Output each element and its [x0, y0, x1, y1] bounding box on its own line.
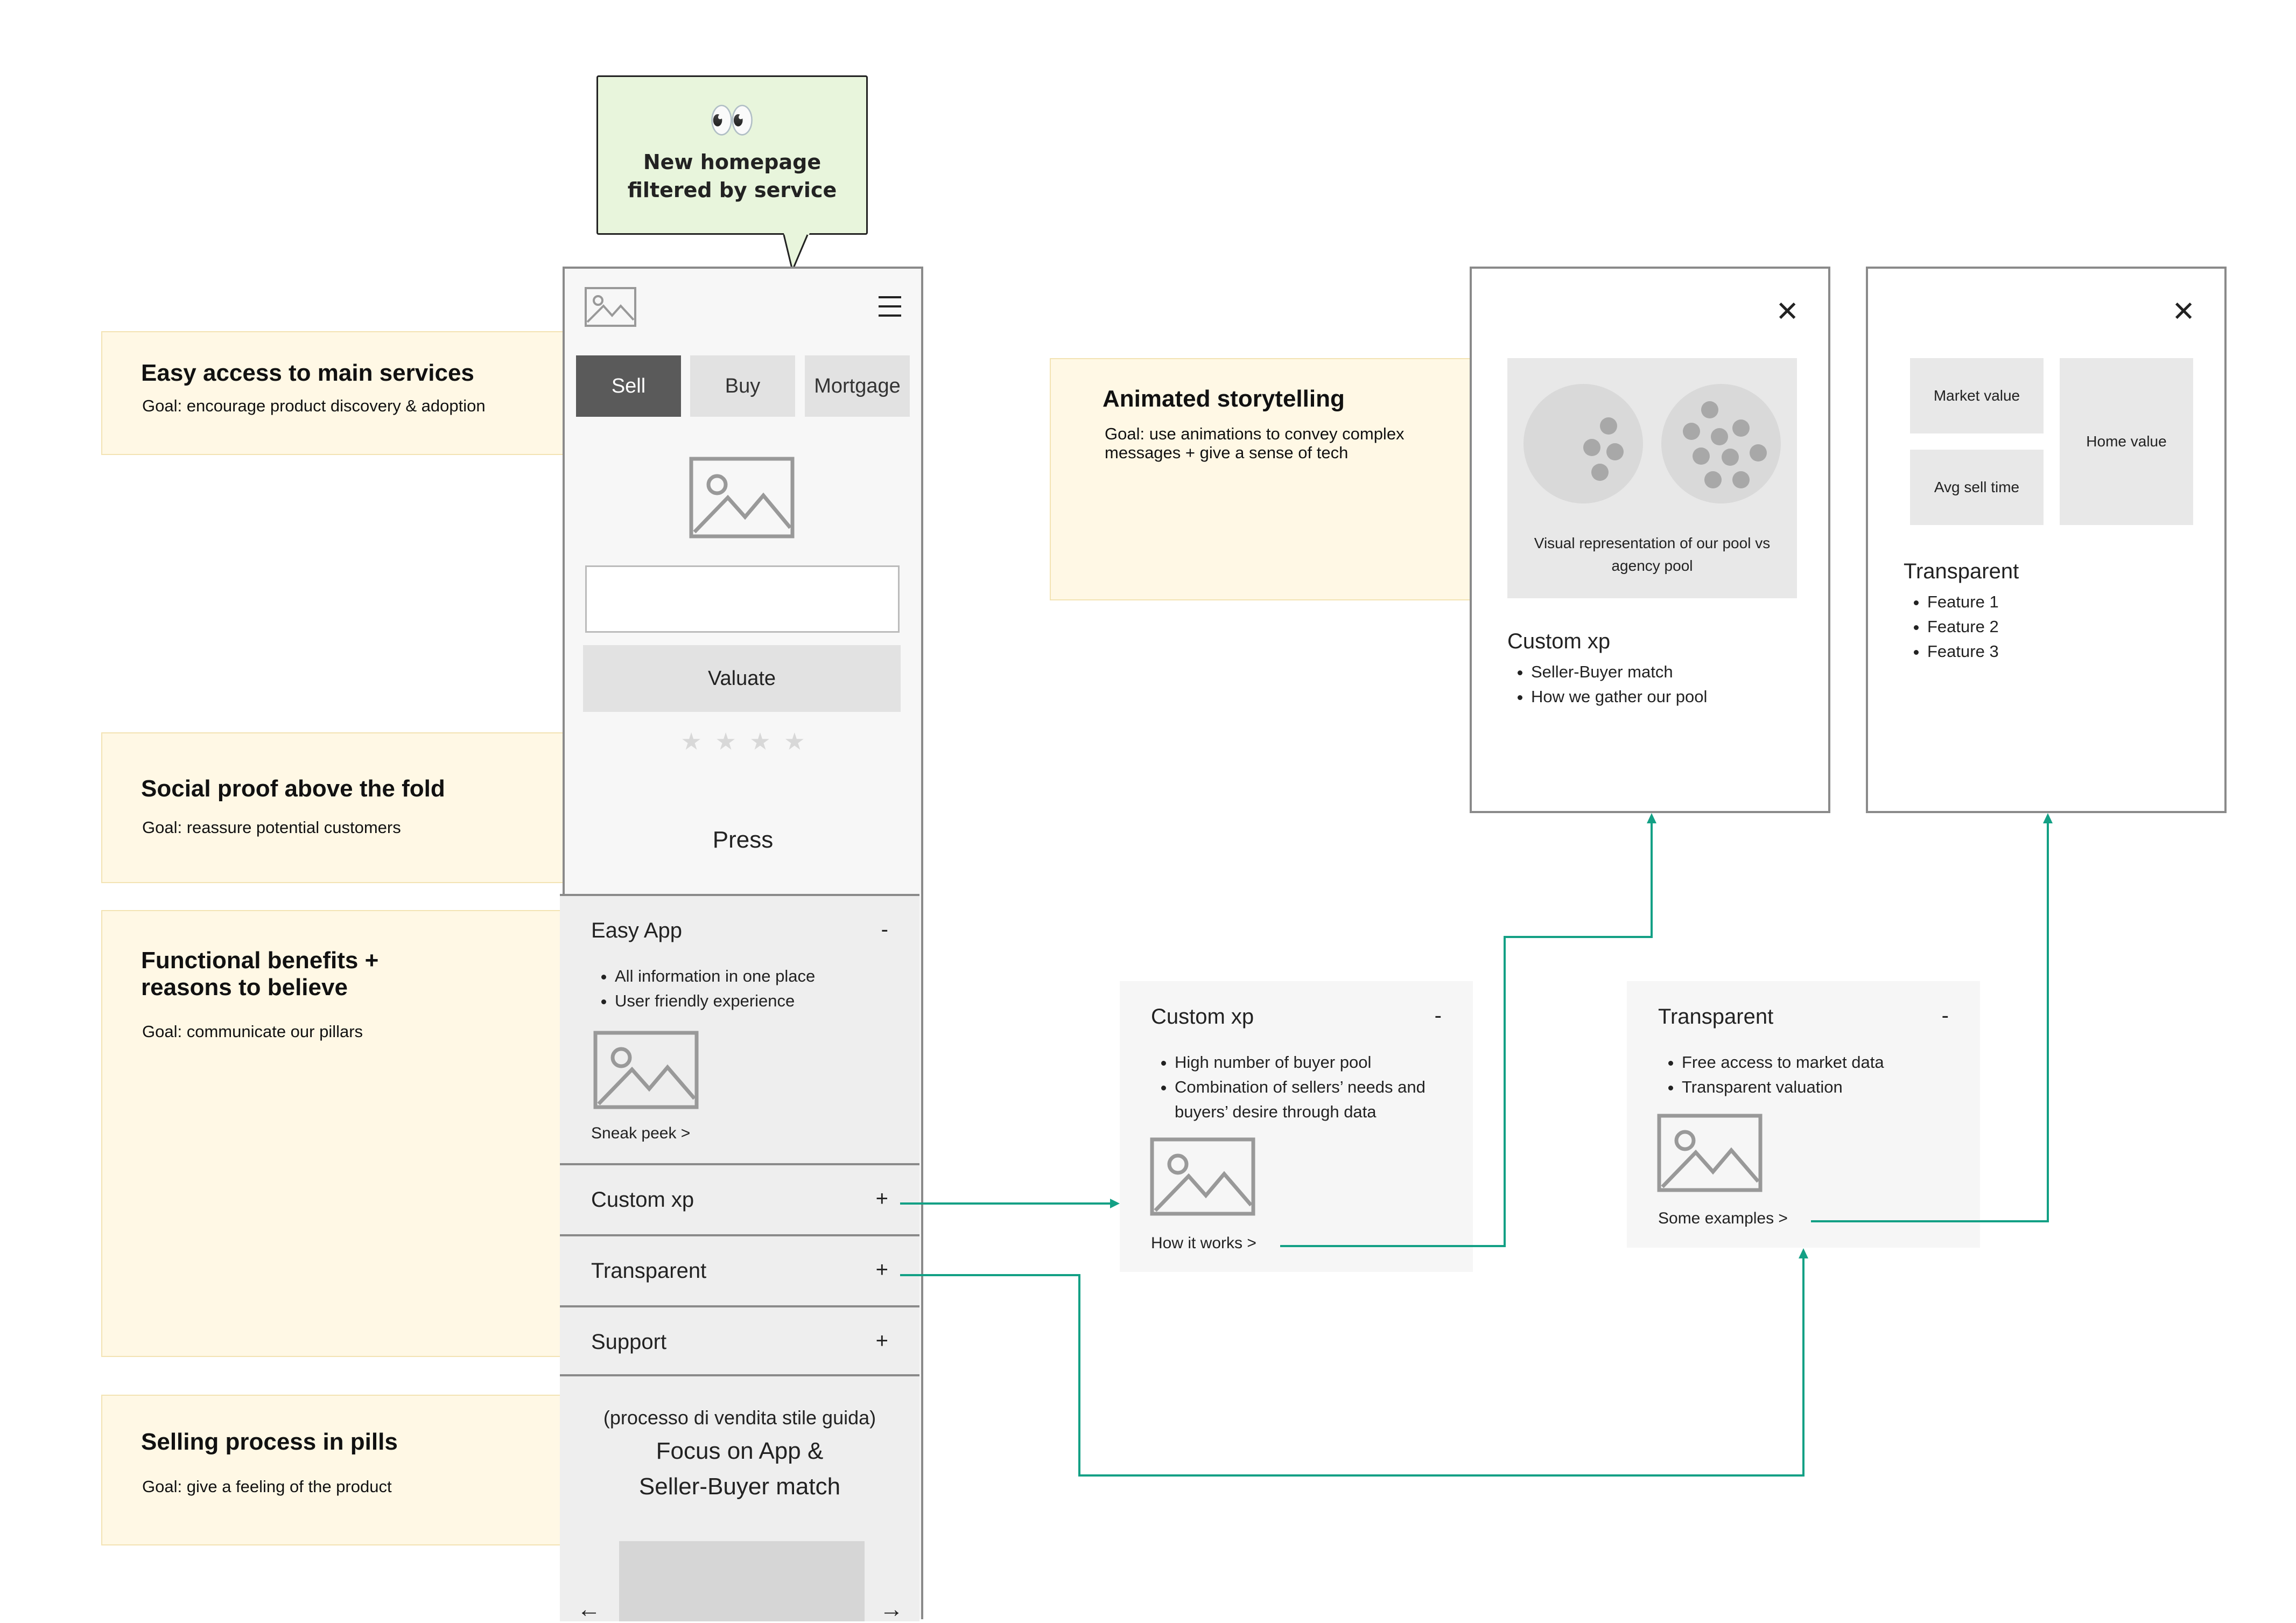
connector-transparent [900, 1257, 1804, 1477]
flow-connectors [900, 813, 2053, 1477]
arrowhead [1647, 813, 1656, 823]
connector-some-examples [1811, 822, 2049, 1222]
arrowhead [1799, 1248, 1808, 1258]
arrowhead [2043, 813, 2053, 823]
connector-how-it-works [1280, 822, 1653, 1247]
arrowhead [1110, 1199, 1120, 1208]
